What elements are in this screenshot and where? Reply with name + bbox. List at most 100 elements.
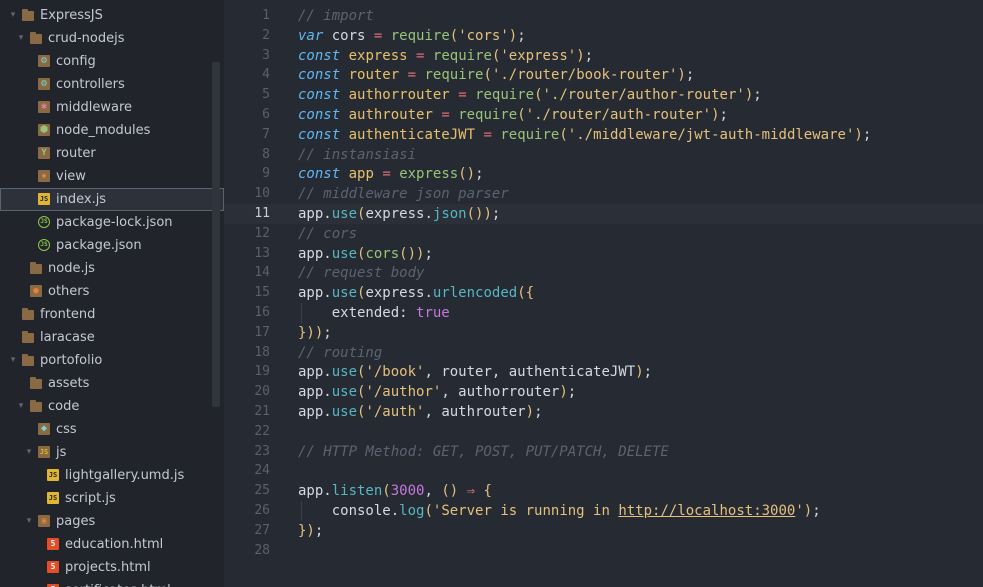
code-line[interactable]: 1 // import bbox=[224, 6, 983, 26]
code-line[interactable]: 21 app.use('/auth', authrouter); bbox=[224, 402, 983, 422]
folder-icon bbox=[22, 308, 34, 320]
tree-item-education-html[interactable]: 5 education.html bbox=[0, 533, 224, 556]
tree-item-label: assets bbox=[48, 376, 90, 391]
code-token: const bbox=[298, 126, 341, 143]
tree-item-package-lock-json[interactable]: JS package-lock.json bbox=[0, 211, 224, 234]
tree-item-assets[interactable]: assets bbox=[0, 372, 224, 395]
code-line[interactable]: 23 // HTTP Method: GET, POST, PUT/PATCH, … bbox=[224, 442, 983, 462]
code-line[interactable]: 28 bbox=[224, 541, 983, 561]
tree-item-expressjs[interactable]: ▾ ExpressJS bbox=[0, 4, 224, 27]
code-line[interactable]: 22 bbox=[224, 422, 983, 442]
tree-item-js[interactable]: ▾ JS js bbox=[0, 441, 224, 464]
code-line[interactable]: 25 app.listen(3000, () ⇒ { bbox=[224, 481, 983, 501]
tree-item-node-modules[interactable]: ⬢ node_modules bbox=[0, 119, 224, 142]
tree-item-view[interactable]: ◆ view bbox=[0, 165, 224, 188]
chevron-down-icon[interactable]: ▾ bbox=[24, 510, 34, 533]
code-line[interactable]: 11 app.use(express.json()); bbox=[224, 204, 983, 224]
chevron-down-icon[interactable]: ▾ bbox=[16, 395, 26, 418]
code-line[interactable]: 24 bbox=[224, 461, 983, 481]
code-token: var bbox=[298, 27, 324, 44]
code-text: app.use(express.urlencoded({ bbox=[298, 283, 534, 303]
chevron-down-icon[interactable]: ▾ bbox=[24, 441, 34, 464]
code-line[interactable]: 7 const authenticateJWT = require('./midd… bbox=[224, 125, 983, 145]
tree-item-config[interactable]: ⚙ config bbox=[0, 50, 224, 73]
code-line[interactable]: 10 // middleware json parser bbox=[224, 184, 983, 204]
tree-item-lightgallery-umd-js[interactable]: JS lightgallery.umd.js bbox=[0, 464, 224, 487]
tree-item-node-js[interactable]: node.js bbox=[0, 257, 224, 280]
tree-item-label: view bbox=[56, 169, 86, 184]
sidebar-scrollbar[interactable] bbox=[212, 62, 220, 407]
code-token: ; bbox=[314, 522, 324, 539]
tree-item-index-js[interactable]: JS index.js bbox=[0, 188, 224, 211]
code-line[interactable]: 20 app.use('/author', authorrouter); bbox=[224, 382, 983, 402]
code-line[interactable]: 9 const app = express(); bbox=[224, 164, 983, 184]
line-number: 27 bbox=[254, 522, 270, 538]
view-folder-icon: ◆ bbox=[38, 170, 50, 182]
tree-item-label: ExpressJS bbox=[40, 8, 103, 23]
code-line[interactable]: 2 var cors = require('cors'); bbox=[224, 26, 983, 46]
tree-item-projects-html[interactable]: 5 projects.html bbox=[0, 556, 224, 579]
tree-item-label: laracase bbox=[40, 330, 95, 345]
tree-item-middleware[interactable]: ✱ middleware bbox=[0, 96, 224, 119]
line-number: 26 bbox=[254, 503, 270, 518]
code-line[interactable]: 15 app.use(express.urlencoded({ bbox=[224, 283, 983, 303]
line-number: 16 bbox=[254, 305, 270, 320]
tree-item-router[interactable]: Yrouter bbox=[0, 142, 224, 165]
code-token: { bbox=[483, 483, 492, 500]
folder-icon bbox=[30, 377, 42, 389]
tree-item-laracase[interactable]: laracase bbox=[0, 326, 224, 349]
code-token: ⇒ bbox=[466, 483, 476, 500]
tree-item-label: controllers bbox=[56, 77, 125, 92]
code-line[interactable]: 26 console.log('Server is running in htt… bbox=[224, 501, 983, 521]
tree-item-sertificates-html[interactable]: 5sertificates.html bbox=[0, 579, 224, 587]
code-line[interactable]: 3 const express = require('express'); bbox=[224, 46, 983, 66]
tree-item-frontend[interactable]: frontend bbox=[0, 303, 224, 326]
code-line[interactable]: 14 // request body bbox=[224, 263, 983, 283]
html-file-icon: 5 bbox=[47, 538, 59, 550]
tree-item-portofolio[interactable]: ▾ portofolio bbox=[0, 349, 224, 372]
code-editor[interactable]: 1// import 2 var cors = require('cors'); 3 c… bbox=[224, 0, 983, 587]
line-number: 20 bbox=[254, 384, 270, 400]
code-token: listen bbox=[331, 483, 383, 500]
css-folder-icon: ◆ bbox=[38, 423, 50, 435]
code-token: cors bbox=[365, 245, 400, 262]
tree-item-others[interactable]: ● others bbox=[0, 280, 224, 303]
code-line[interactable]: 8 // instansiasi bbox=[224, 145, 983, 165]
code-line[interactable]: 18 // routing bbox=[224, 343, 983, 363]
code-text: // HTTP Method: GET, POST, PUT/PATCH, DE… bbox=[298, 442, 669, 462]
code-line[interactable]: 19 app.use('/book', router, authenticateJ… bbox=[224, 362, 983, 382]
tree-item-label: css bbox=[56, 422, 77, 437]
chevron-down-icon[interactable]: ▾ bbox=[8, 349, 18, 372]
code-line[interactable]: 4 const router = require('./router/book-r… bbox=[224, 65, 983, 85]
code-token: express. bbox=[365, 206, 433, 222]
tree-item-css[interactable]: ◆ css bbox=[0, 418, 224, 441]
code-token: app. bbox=[298, 285, 332, 302]
js-file-icon: JS bbox=[47, 492, 59, 504]
tree-item-package-json[interactable]: JS package.json bbox=[0, 234, 224, 257]
chevron-down-icon[interactable]: ▾ bbox=[16, 27, 26, 50]
tree-item-script-js[interactable]: JS script.js bbox=[0, 487, 224, 510]
chevron-down-icon[interactable]: ▾ bbox=[8, 4, 18, 27]
tree-item-pages[interactable]: ▾ ▣ pages bbox=[0, 510, 224, 533]
line-number: 17 bbox=[254, 324, 270, 340]
code-line[interactable]: 27}); bbox=[224, 521, 983, 541]
code-token: // import bbox=[298, 8, 374, 24]
code-token: require bbox=[424, 67, 484, 84]
code-line[interactable]: 17})); bbox=[224, 323, 983, 343]
middleware-folder-icon: ✱ bbox=[38, 101, 50, 113]
code-line[interactable]: 5 const authorrouter = require('./router/… bbox=[224, 85, 983, 105]
code-line[interactable]: 13 app.use(cors()); bbox=[224, 244, 983, 264]
code-line[interactable]: 12 // cors bbox=[224, 224, 983, 244]
tree-item-controllers[interactable]: ⚙ controllers bbox=[0, 73, 224, 96]
code-line[interactable]: 16 extended: true bbox=[224, 303, 983, 323]
tree-item-code[interactable]: ▾ code bbox=[0, 395, 224, 418]
code-line[interactable]: 6 const authrouter = require('./router/au… bbox=[224, 105, 983, 125]
code-text: }); bbox=[298, 521, 323, 541]
tree-item-crud-nodejs[interactable]: ▾ crud-nodejs bbox=[0, 27, 224, 50]
